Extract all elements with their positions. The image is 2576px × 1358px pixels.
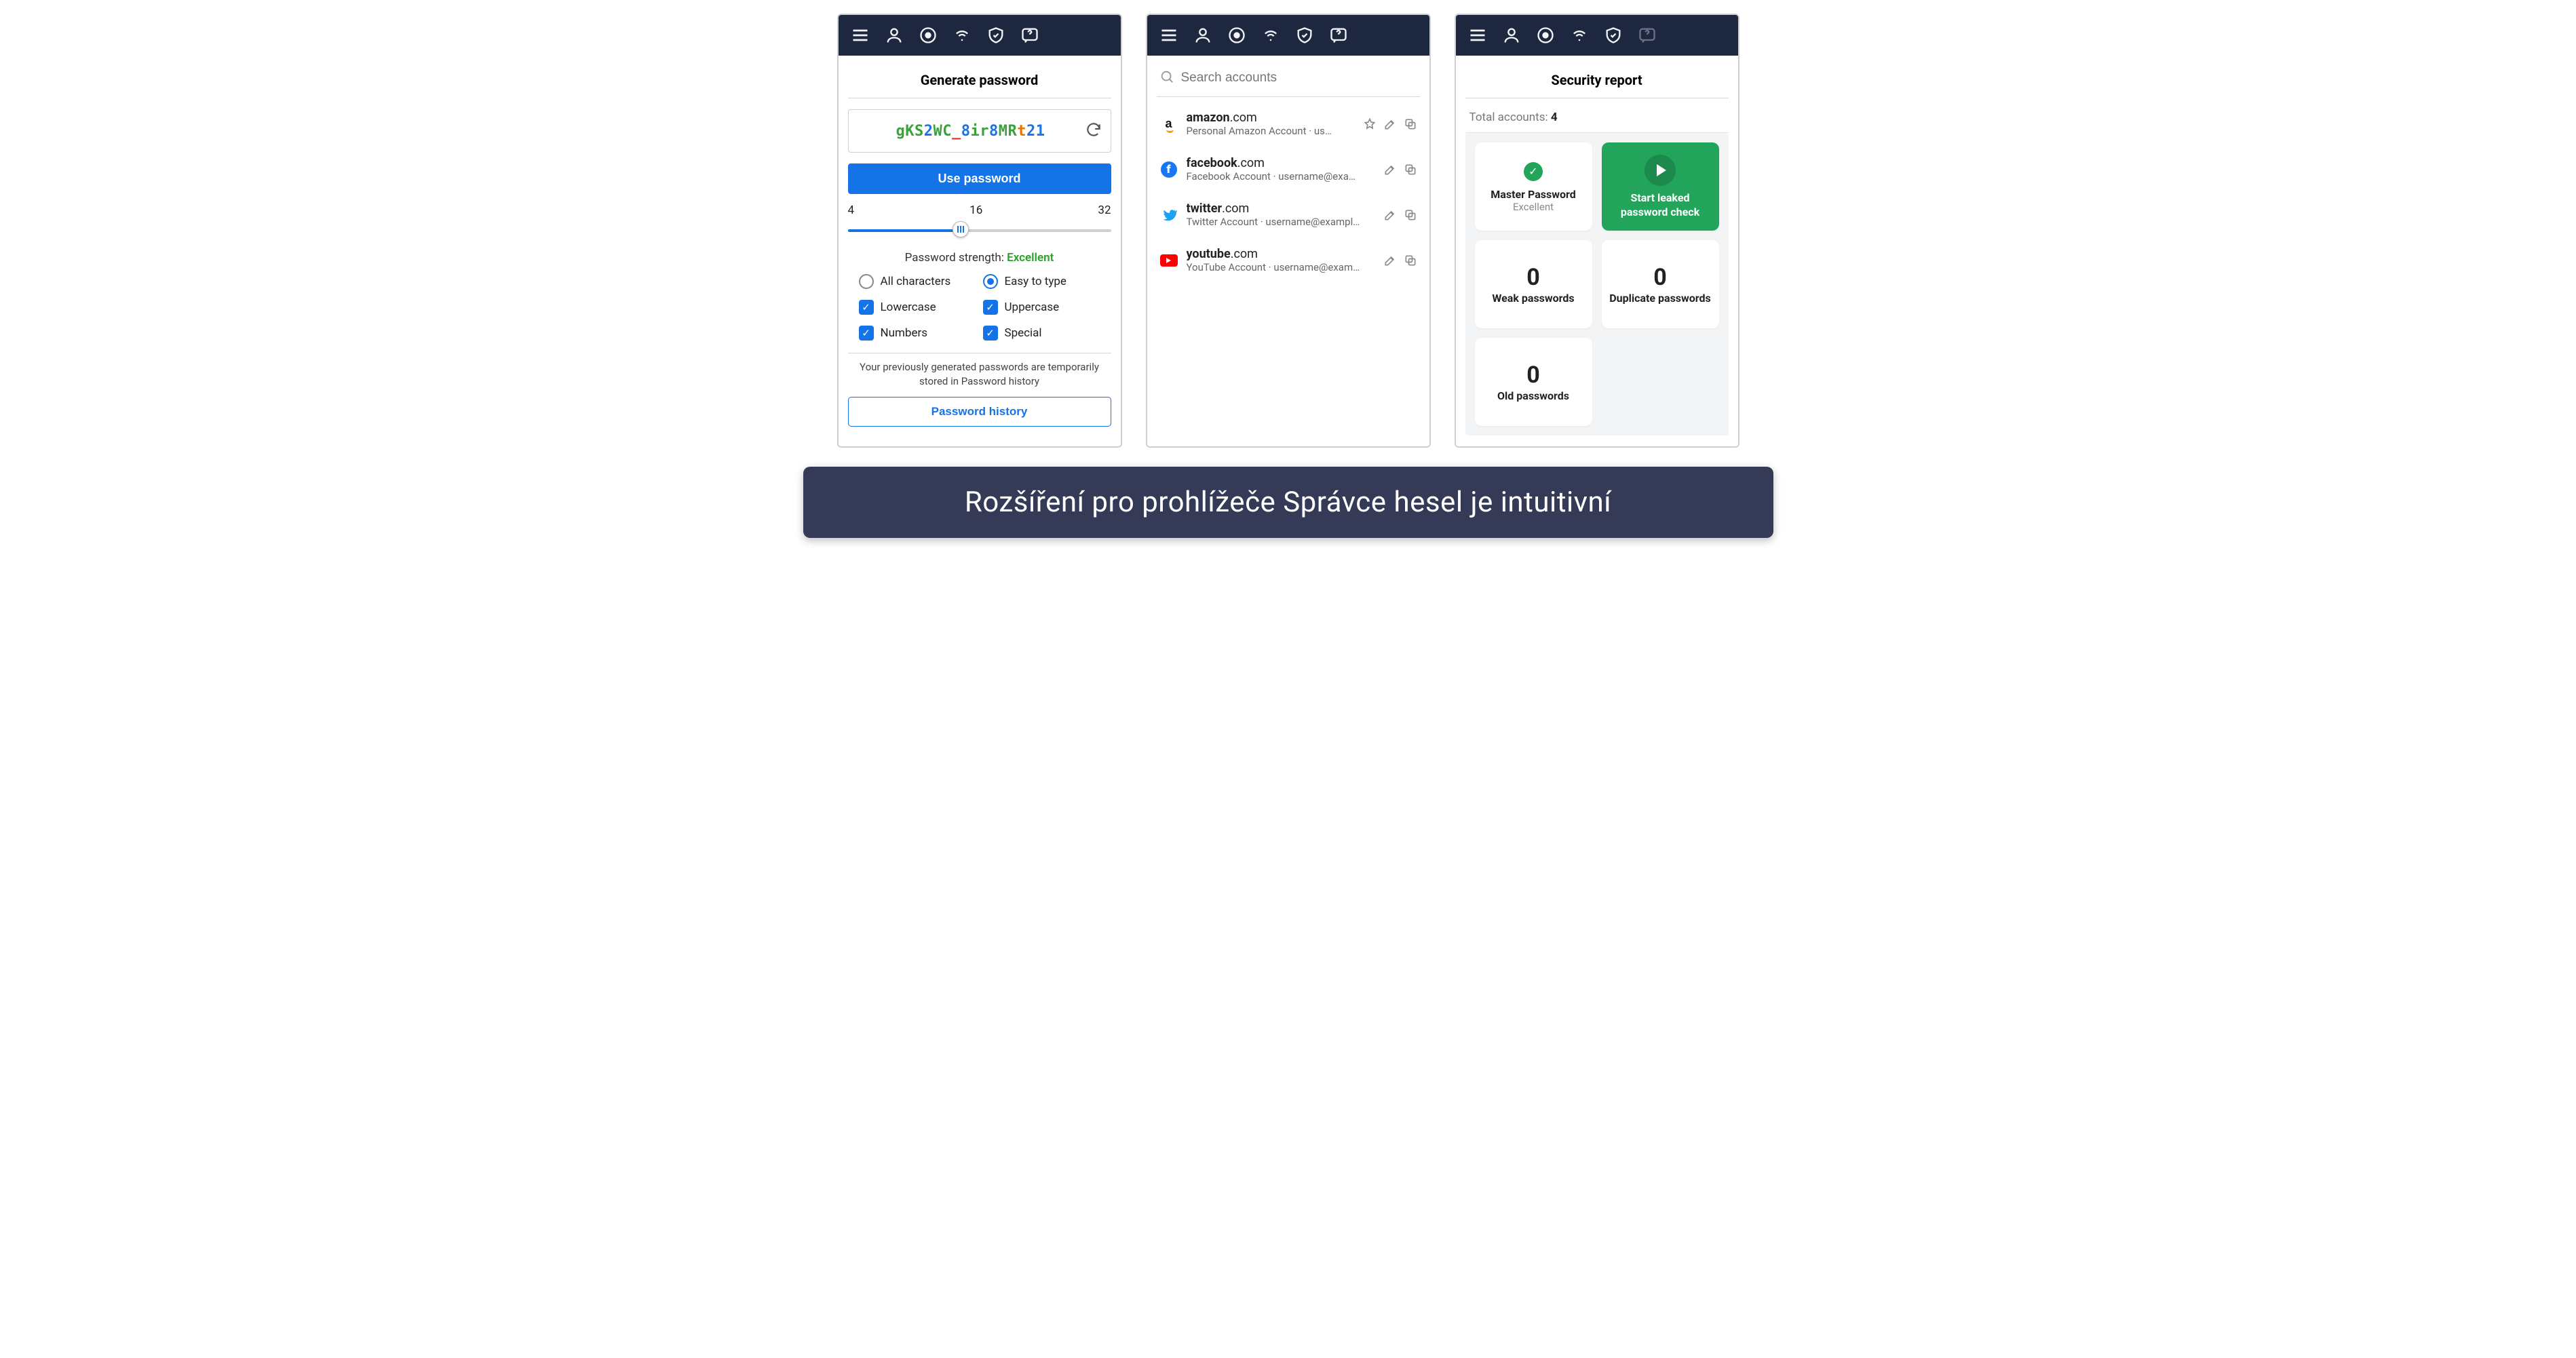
history-note: Your previously generated passwords are … (848, 360, 1111, 389)
use-password-button[interactable]: Use password (848, 163, 1111, 194)
play-icon (1645, 155, 1676, 186)
password-history-button[interactable]: Password history (848, 397, 1111, 427)
shield-icon[interactable] (986, 26, 1005, 45)
search-input[interactable] (1181, 71, 1417, 85)
total-accounts: Total accounts: 4 (1465, 109, 1729, 133)
card-weak-passwords[interactable]: 0 Weak passwords (1475, 240, 1592, 328)
account-domain: facebook.com (1187, 156, 1375, 170)
radio-checked-icon[interactable] (983, 274, 998, 289)
option-lowercase[interactable]: ✓ Lowercase (859, 300, 976, 315)
option-special[interactable]: ✓ Special (983, 326, 1100, 341)
caption-bar: Rozšíření pro prohlížeče Správce hesel j… (803, 467, 1773, 538)
account-domain: youtube.com (1187, 247, 1375, 261)
wifi-icon[interactable] (1261, 26, 1280, 45)
youtube-icon (1159, 251, 1178, 270)
checkbox-checked-icon[interactable]: ✓ (859, 300, 874, 315)
edit-icon[interactable] (1383, 163, 1397, 176)
search-icon (1159, 69, 1174, 87)
account-row[interactable]: f facebook.com Facebook Account · userna… (1157, 147, 1420, 192)
account-domain: twitter.com (1187, 201, 1375, 216)
account-subtitle: YouTube Account · username@exam… (1187, 261, 1375, 273)
help-icon[interactable] (1638, 26, 1657, 45)
twitter-icon (1159, 206, 1178, 225)
star-icon[interactable] (1363, 117, 1377, 131)
page-title: Security report (1465, 65, 1729, 98)
regenerate-icon[interactable] (1085, 121, 1102, 141)
copy-icon[interactable] (1404, 208, 1417, 222)
password-strength: Password strength: Excellent (848, 251, 1111, 265)
account-subtitle: Personal Amazon Account · us… (1187, 125, 1355, 137)
account-row[interactable]: a amazon.com Personal Amazon Account · u… (1157, 101, 1420, 147)
slider-min: 4 (848, 203, 855, 217)
generated-password-box: gKS2WC_8ir8MRt21 (848, 109, 1111, 153)
shield-icon[interactable] (1295, 26, 1314, 45)
amazon-icon: a (1159, 115, 1178, 134)
help-icon[interactable] (1020, 26, 1039, 45)
card-duplicate-passwords[interactable]: 0 Duplicate passwords (1602, 240, 1719, 328)
check-icon: ✓ (1524, 162, 1543, 181)
shield-icon[interactable] (1604, 26, 1623, 45)
account-subtitle: Facebook Account · username@exa… (1187, 170, 1375, 182)
account-domain: amazon.com (1187, 111, 1355, 125)
slider-mid: 16 (969, 203, 982, 217)
edit-icon[interactable] (1383, 117, 1397, 131)
edit-icon[interactable] (1383, 254, 1397, 267)
length-slider[interactable]: 4 16 32 (848, 203, 1111, 239)
toolbar (1147, 15, 1429, 56)
help-icon[interactable] (1329, 26, 1348, 45)
copy-icon[interactable] (1404, 254, 1417, 267)
globe-icon[interactable] (1227, 26, 1246, 45)
card-master-password[interactable]: ✓ Master Password Excellent (1475, 142, 1592, 231)
toolbar (839, 15, 1121, 56)
option-uppercase[interactable]: ✓ Uppercase (983, 300, 1100, 315)
menu-icon[interactable] (1159, 26, 1178, 45)
wifi-icon[interactable] (1570, 26, 1589, 45)
globe-icon[interactable] (1536, 26, 1555, 45)
edit-icon[interactable] (1383, 208, 1397, 222)
checkbox-checked-icon[interactable]: ✓ (983, 326, 998, 341)
card-start-leak-check[interactable]: Start leaked password check (1602, 142, 1719, 231)
account-subtitle: Twitter Account · username@exampl… (1187, 216, 1375, 228)
slider-handle[interactable] (953, 221, 969, 237)
account-row[interactable]: twitter.com Twitter Account · username@e… (1157, 192, 1420, 237)
checkbox-checked-icon[interactable]: ✓ (983, 300, 998, 315)
wifi-icon[interactable] (953, 26, 972, 45)
slider-max: 32 (1098, 203, 1111, 217)
toolbar (1456, 15, 1738, 56)
security-report-panel: Security report Total accounts: 4 ✓ Mast… (1455, 14, 1739, 448)
search-row (1157, 65, 1420, 97)
generator-panel: Generate password gKS2WC_8ir8MRt21 Use p… (837, 14, 1122, 448)
facebook-icon: f (1159, 160, 1178, 179)
globe-icon[interactable] (919, 26, 938, 45)
menu-icon[interactable] (851, 26, 870, 45)
user-icon[interactable] (1502, 26, 1521, 45)
menu-icon[interactable] (1468, 26, 1487, 45)
option-all-characters[interactable]: All characters (859, 274, 976, 289)
user-icon[interactable] (1193, 26, 1212, 45)
option-easy-to-type[interactable]: Easy to type (983, 274, 1100, 289)
account-row[interactable]: youtube.com YouTube Account · username@e… (1157, 237, 1420, 283)
option-numbers[interactable]: ✓ Numbers (859, 326, 976, 341)
account-list: a amazon.com Personal Amazon Account · u… (1157, 101, 1420, 283)
radio-unchecked-icon[interactable] (859, 274, 874, 289)
copy-icon[interactable] (1404, 163, 1417, 176)
generated-password-value: gKS2WC_8ir8MRt21 (857, 123, 1085, 140)
checkbox-checked-icon[interactable]: ✓ (859, 326, 874, 341)
user-icon[interactable] (885, 26, 904, 45)
page-title: Generate password (848, 65, 1111, 98)
copy-icon[interactable] (1404, 117, 1417, 131)
accounts-panel: a amazon.com Personal Amazon Account · u… (1146, 14, 1431, 448)
card-old-passwords[interactable]: 0 Old passwords (1475, 338, 1592, 426)
